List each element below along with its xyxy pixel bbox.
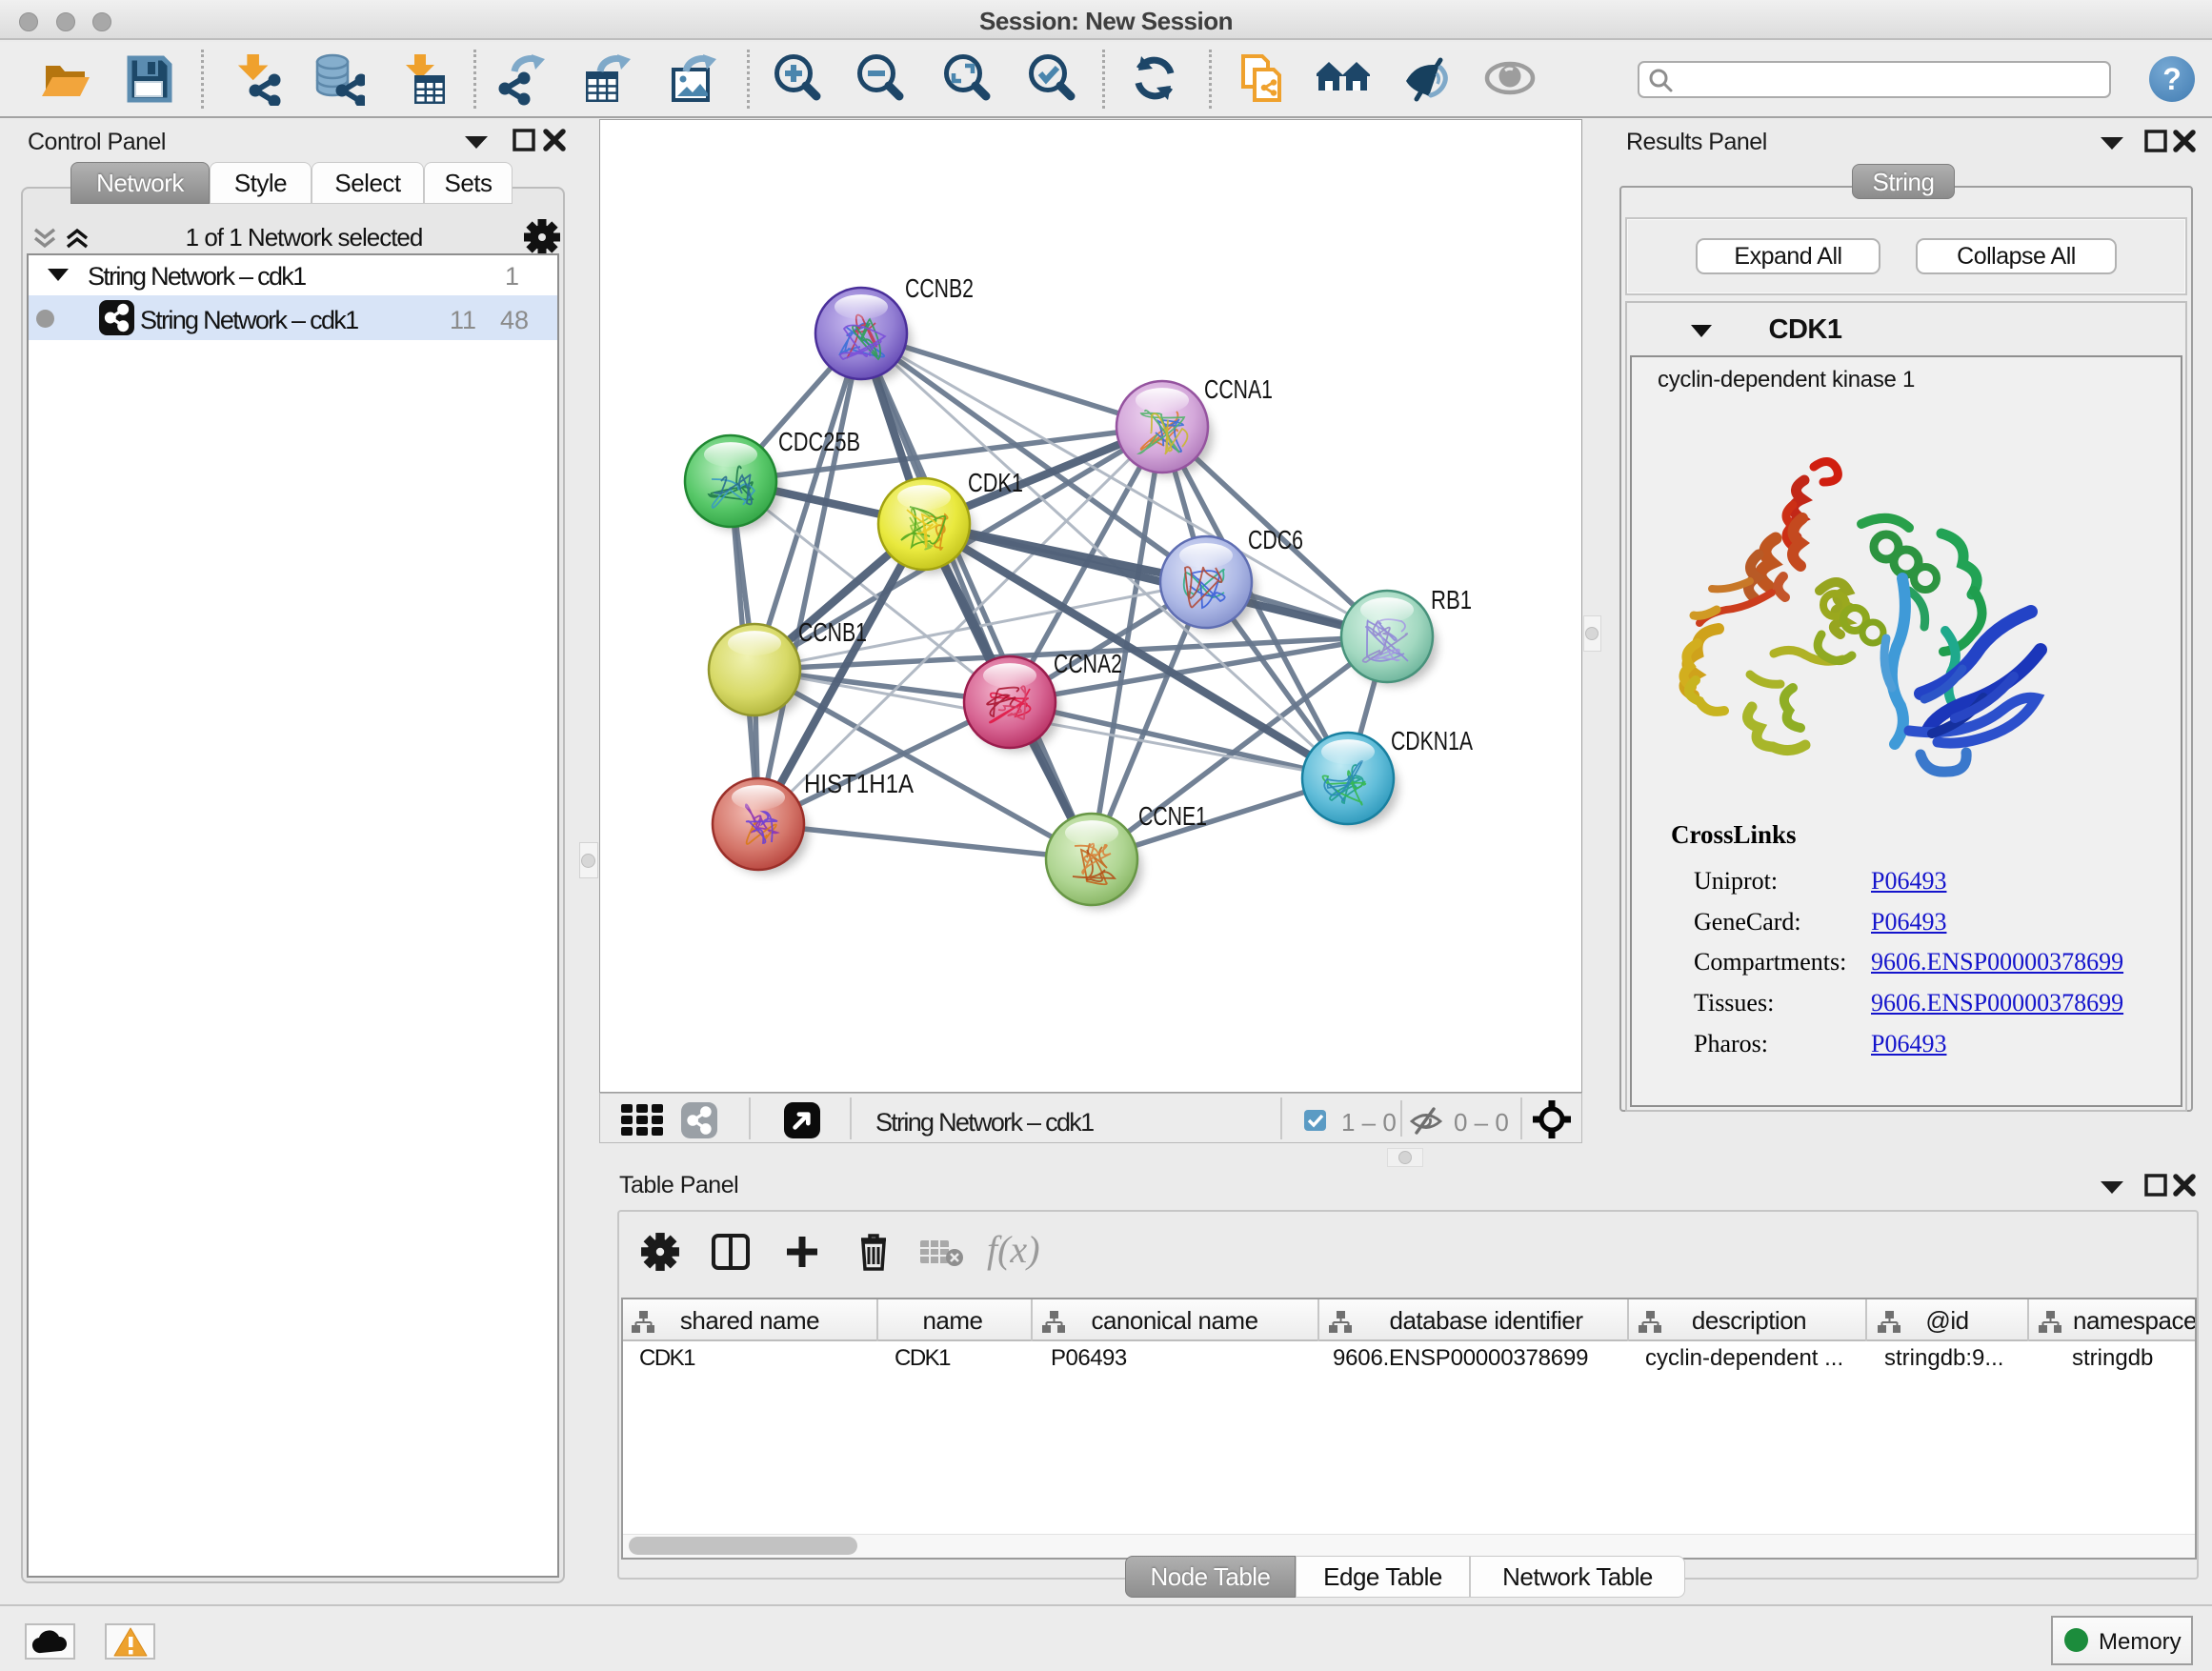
svg-text:CDKN1A: CDKN1A <box>1391 726 1473 755</box>
svg-text:CCNA2: CCNA2 <box>1054 649 1122 678</box>
svg-text:CCNB2: CCNB2 <box>905 273 974 303</box>
svg-text:HIST1H1A: HIST1H1A <box>804 769 914 798</box>
svg-text:CCNA1: CCNA1 <box>1204 374 1273 404</box>
svg-text:RB1: RB1 <box>1431 585 1472 614</box>
svg-text:CDC25B: CDC25B <box>778 427 860 456</box>
svg-text:CCNB1: CCNB1 <box>798 617 867 647</box>
svg-text:CCNE1: CCNE1 <box>1138 801 1207 831</box>
svg-text:CDK1: CDK1 <box>968 468 1023 497</box>
svg-text:CDC6: CDC6 <box>1248 525 1303 554</box>
